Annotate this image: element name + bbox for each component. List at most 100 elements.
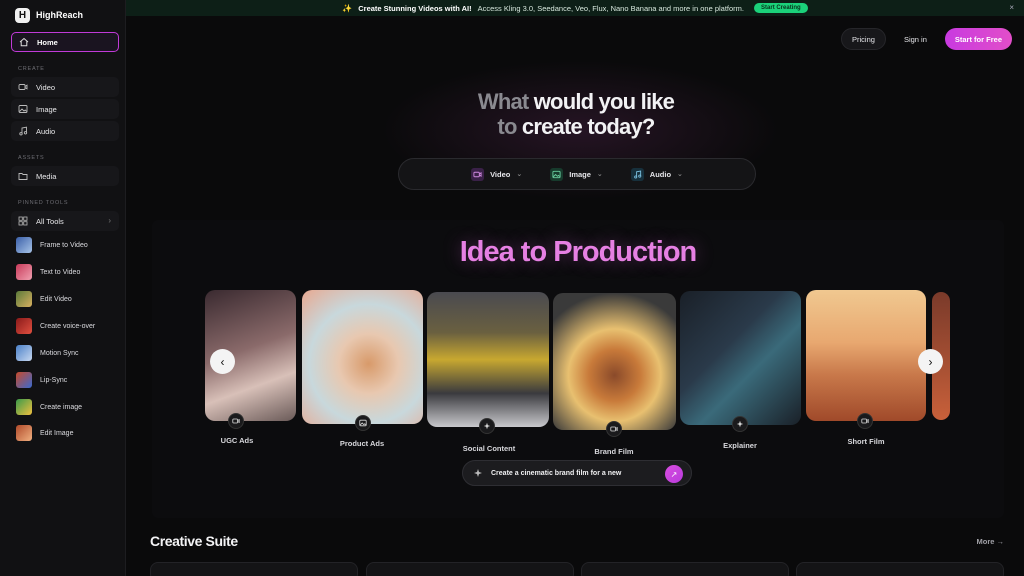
tool-label: Motion Sync <box>40 349 79 357</box>
card-label-ugc-ads: UGC Ads <box>220 436 254 445</box>
chevron-down-icon: ⌄ <box>596 171 603 178</box>
sidebar-item-image[interactable]: Image <box>11 99 119 119</box>
hero-title-line2: to create today? <box>326 114 826 140</box>
suite-card[interactable] <box>366 562 574 576</box>
tool-label: Create voice-over <box>40 322 96 330</box>
tool-item-text-to-video[interactable]: Text to Video <box>16 263 80 281</box>
brand-logo-icon: H <box>15 7 30 23</box>
pricing-button[interactable]: Pricing <box>841 28 886 50</box>
tool-label: Lip-Sync <box>40 376 68 384</box>
send-button[interactable]: ↗ <box>665 465 683 483</box>
carousel-card-short-film[interactable] <box>806 290 926 421</box>
card-label-short-film: Short Film <box>847 437 885 446</box>
image-icon <box>18 104 28 114</box>
chevron-down-icon: ⌄ <box>677 171 683 178</box>
mode-selector: Video ⌄ Image ⌄ Audio ⌄ <box>398 158 756 190</box>
sidebar-item-label: Video <box>36 82 56 92</box>
brand-name: HighReach <box>36 10 84 20</box>
sidebar-item-media[interactable]: Media <box>11 166 119 186</box>
sidebar-item-label: Image <box>36 104 57 114</box>
suite-card[interactable] <box>150 562 358 576</box>
chevron-down-icon: ⌄ <box>516 171 523 178</box>
carousel-prev-button[interactable]: ‹ <box>210 349 235 374</box>
hero-title-bright: would you like <box>533 89 675 114</box>
video-icon <box>228 413 244 429</box>
mode-image-dropdown[interactable]: Image ⌄ <box>550 167 603 181</box>
tool-item-edit-image[interactable]: Edit Image <box>16 424 73 442</box>
hero-title-dim: to <box>497 114 517 139</box>
sidebar-item-audio[interactable]: Audio <box>11 121 119 141</box>
carousel-card-product-ads[interactable] <box>302 290 423 424</box>
video-icon <box>857 413 873 429</box>
mode-video-dropdown[interactable]: Video ⌄ <box>471 167 523 181</box>
sidebar: H HighReach Home CREATE Video Image Audi… <box>0 0 126 576</box>
tool-label: Text to Video <box>40 268 81 276</box>
tool-thumbnail <box>16 372 32 388</box>
start-for-free-button[interactable]: Start for Free <box>944 28 1012 50</box>
tool-label: Edit Image <box>40 429 74 437</box>
image-icon <box>355 415 371 431</box>
tool-item-lip-sync[interactable]: Lip-Sync <box>16 371 67 389</box>
sparkle-icon <box>732 416 748 432</box>
creative-suite-title: Creative Suite <box>150 533 238 549</box>
tool-item-frame-to-video[interactable]: Frame to Video <box>16 236 88 254</box>
folder-icon <box>18 171 28 181</box>
suite-card[interactable] <box>581 562 789 576</box>
tool-thumbnail <box>16 399 32 415</box>
mode-label: Image <box>569 169 591 179</box>
prompt-input[interactable]: Create a cinematic brand film for a new … <box>462 460 692 486</box>
tool-thumbnail <box>16 425 32 441</box>
sidebar-item-label: Media <box>36 171 57 181</box>
video-icon <box>606 421 622 437</box>
banner-text: Access Kling 3.0, Seedance, Veo, Flux, N… <box>477 3 745 13</box>
sidebar-item-label: All Tools <box>36 216 64 226</box>
carousel-card-explainer[interactable] <box>680 291 801 425</box>
top-nav: Pricing Sign in Start for Free <box>841 28 1012 50</box>
section-label-pinned: PINNED TOOLS <box>18 200 69 206</box>
tool-thumbnail <box>16 264 32 280</box>
carousel-card-brand-film[interactable] <box>553 293 676 430</box>
sparkle-icon <box>479 418 495 434</box>
chevron-right-icon: › <box>108 216 111 225</box>
music-icon <box>630 167 644 181</box>
tool-label: Frame to Video <box>40 241 88 249</box>
card-label-explainer: Explainer <box>723 441 757 450</box>
hero-title-bright: create today? <box>521 114 655 139</box>
sidebar-item-video[interactable]: Video <box>11 77 119 97</box>
tool-item-create-image[interactable]: Create image <box>16 398 82 416</box>
brand[interactable]: H HighReach <box>0 0 125 30</box>
tool-item-edit-video[interactable]: Edit Video <box>16 290 72 308</box>
video-icon <box>18 82 28 92</box>
tool-label: Edit Video <box>40 295 72 303</box>
close-icon[interactable]: × <box>1009 3 1014 12</box>
sidebar-item-label: Audio <box>36 126 56 136</box>
production-title: Idea to Production <box>459 236 698 268</box>
carousel-next-button[interactable]: › <box>918 349 943 374</box>
section-label-assets: ASSETS <box>18 155 45 161</box>
mode-label: Audio <box>649 169 672 179</box>
banner-headline: Create Stunning Videos with AI! <box>358 3 472 13</box>
sign-in-button[interactable]: Sign in <box>894 28 937 50</box>
tool-thumbnail <box>16 345 32 361</box>
tool-thumbnail <box>16 318 32 334</box>
sidebar-item-home[interactable]: Home <box>11 32 119 52</box>
image-icon <box>550 167 564 181</box>
promo-banner: ✨ Create Stunning Videos with AI! Access… <box>126 0 1024 16</box>
tool-thumbnail <box>16 291 32 307</box>
start-creating-button[interactable]: Start Creating <box>754 3 808 13</box>
mode-audio-dropdown[interactable]: Audio ⌄ <box>630 167 683 181</box>
home-icon <box>19 37 29 47</box>
video-icon <box>471 167 485 181</box>
card-label-brand-film: Brand Film <box>594 447 634 456</box>
suite-card[interactable] <box>796 562 1004 576</box>
carousel-card-social-content[interactable] <box>427 292 549 427</box>
sidebar-item-label: Home <box>37 37 58 47</box>
card-label-product-ads: Product Ads <box>339 439 385 448</box>
prompt-text: Create a cinematic brand film for a new <box>491 469 622 477</box>
music-icon <box>18 126 28 136</box>
tool-item-create-voice-over[interactable]: Create voice-over <box>16 317 95 335</box>
more-link[interactable]: More → <box>976 537 1004 546</box>
sidebar-item-all-tools[interactable]: All Tools › <box>11 211 119 231</box>
tool-item-motion-sync[interactable]: Motion Sync <box>16 344 79 362</box>
sparkle-icon <box>473 468 483 478</box>
